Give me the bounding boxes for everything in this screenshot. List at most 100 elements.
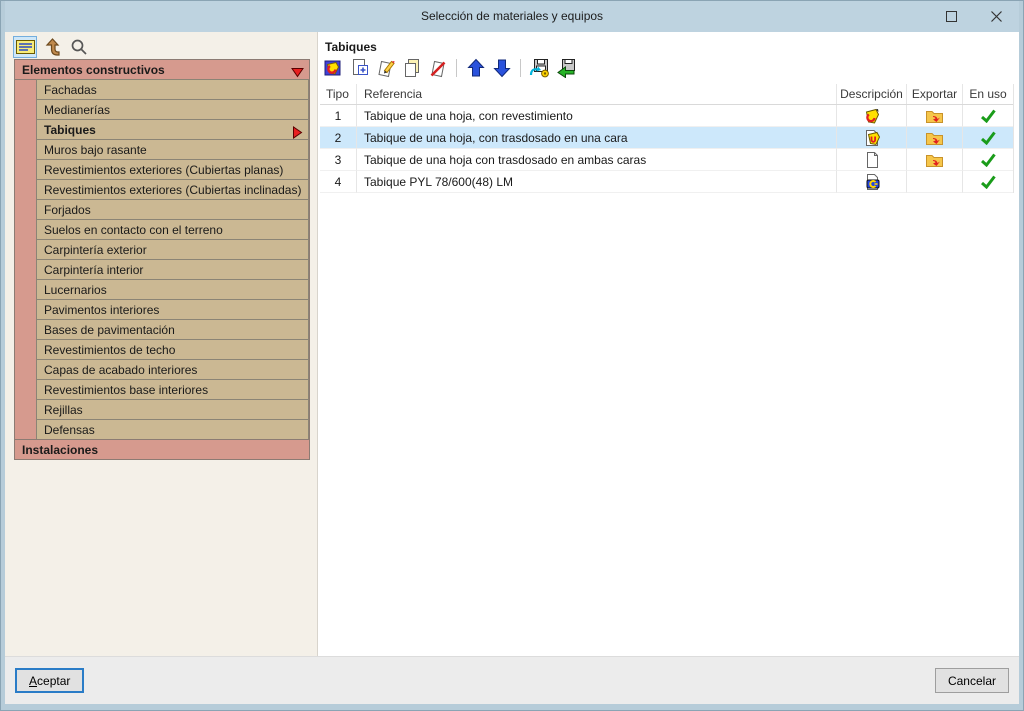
materials-table: Tipo Referencia Descripción Exportar En uso 1… xyxy=(320,84,1014,193)
tree-item[interactable]: Rejillas xyxy=(36,399,309,420)
cell-referencia: Tabique de una hoja, con trasdosado en u… xyxy=(357,127,837,149)
tree-item[interactable]: Defensas xyxy=(36,419,309,440)
add-icon xyxy=(350,58,370,78)
tree-item[interactable]: Carpintería interior xyxy=(36,259,309,280)
move-down-icon xyxy=(492,58,511,78)
table-row[interactable]: 3 Tabique de una hoja con trasdosado en a… xyxy=(320,149,1013,171)
window-title: Selección de materiales y equipos xyxy=(420,9,604,23)
copy-icon xyxy=(402,58,422,78)
tree-item-label: Bases de pavimentación xyxy=(44,323,175,337)
main-panel: Tabiques Tipo Referencia Descripción Export… xyxy=(318,32,1019,656)
tree-item-label: Capas de acabado interiores xyxy=(44,363,198,377)
tri-right-icon xyxy=(292,126,303,139)
cell-exportar[interactable] xyxy=(907,171,963,193)
edit-icon xyxy=(376,58,396,78)
close-icon xyxy=(991,10,1002,22)
move-up-button[interactable] xyxy=(464,57,487,79)
search-button[interactable] xyxy=(67,36,91,58)
close-button[interactable] xyxy=(974,0,1019,32)
category-tree: Elementos constructivos Fachadas Medianerí… xyxy=(14,59,310,460)
column-header[interactable]: Descripción xyxy=(837,84,907,104)
column-header[interactable]: Exportar xyxy=(907,84,963,104)
toolbar-separator xyxy=(520,59,521,77)
tree-item[interactable]: Revestimientos base interiores xyxy=(36,379,309,400)
cell-descripcion[interactable] xyxy=(837,127,907,149)
element-types-icon xyxy=(324,58,344,78)
tree-item-label: Revestimientos exteriores (Cubiertas pla… xyxy=(44,163,284,177)
tree-item[interactable]: Tabiques xyxy=(36,119,309,140)
table-header-row: Tipo Referencia Descripción Exportar En uso xyxy=(320,84,1013,105)
cell-en-uso xyxy=(963,149,1013,171)
check-icon xyxy=(980,131,996,145)
doc-element-icon xyxy=(863,129,881,147)
tree-item-label: Revestimientos exteriores (Cubiertas inc… xyxy=(44,183,302,197)
footer-bar: Aceptar Cancelar xyxy=(5,656,1019,704)
tree-item[interactable]: Suelos en contacto con el terreno xyxy=(36,219,309,240)
doc-bim-icon xyxy=(863,173,881,191)
cell-descripcion[interactable] xyxy=(837,105,907,127)
export-library-button[interactable] xyxy=(554,57,577,79)
tree-item-label: Revestimientos de techo xyxy=(44,343,176,357)
cell-en-uso xyxy=(963,105,1013,127)
cell-en-uso xyxy=(963,127,1013,149)
add-button[interactable] xyxy=(348,57,371,79)
delete-button[interactable] xyxy=(426,57,449,79)
cell-exportar[interactable] xyxy=(907,149,963,171)
tri-down-icon xyxy=(291,67,304,78)
tree-item[interactable]: Lucernarios xyxy=(36,279,309,300)
tree-item[interactable]: Muros bajo rasante xyxy=(36,139,309,160)
maximize-button[interactable] xyxy=(929,0,974,32)
tree-item[interactable]: Forjados xyxy=(36,199,309,220)
tree-item-label: Revestimientos base interiores xyxy=(44,383,209,397)
tree-item[interactable]: Revestimientos exteriores (Cubiertas inc… xyxy=(36,179,309,200)
column-header[interactable]: En uso xyxy=(963,84,1013,104)
doc-icon xyxy=(863,151,881,169)
cancel-button[interactable]: Cancelar xyxy=(934,668,1009,693)
tree-item-label: Fachadas xyxy=(44,83,97,97)
tree-group-1[interactable]: Instalaciones xyxy=(14,439,310,460)
element-types-button[interactable] xyxy=(322,57,345,79)
copy-button[interactable] xyxy=(400,57,423,79)
toolbar-separator xyxy=(456,59,457,77)
export-library-icon xyxy=(555,58,576,78)
table-row[interactable]: 2 Tabique de una hoja, con trasdosado en … xyxy=(320,127,1013,149)
cell-descripcion[interactable] xyxy=(837,149,907,171)
column-header[interactable]: Referencia xyxy=(357,84,837,104)
tree-item[interactable]: Bases de pavimentación xyxy=(36,319,309,340)
cell-tipo: 4 xyxy=(320,171,357,193)
tree-item-label: Carpintería interior xyxy=(44,263,144,277)
tree-item[interactable]: Medianerías xyxy=(36,99,309,120)
cell-referencia: Tabique PYL 78/600(48) LM xyxy=(357,171,837,193)
tree-item[interactable]: Capas de acabado interiores xyxy=(36,359,309,380)
table-row[interactable]: 4 Tabique PYL 78/600(48) LM xyxy=(320,171,1013,193)
tree-item[interactable]: Fachadas xyxy=(36,79,309,100)
titlebar: Selección de materiales y equipos xyxy=(5,0,1019,32)
tree-item[interactable]: Revestimientos exteriores (Cubiertas pla… xyxy=(36,159,309,180)
tree-group-label: Instalaciones xyxy=(22,443,99,457)
cell-exportar[interactable] xyxy=(907,127,963,149)
edit-button[interactable] xyxy=(374,57,397,79)
tree-item[interactable]: Revestimientos de techo xyxy=(36,339,309,360)
import-library-button[interactable] xyxy=(528,57,551,79)
tree-group-0[interactable]: Elementos constructivos xyxy=(14,59,310,80)
check-icon xyxy=(980,153,996,167)
dialog-window: Selección de materiales y equipos Elemen… xyxy=(0,0,1024,711)
tree-item-label: Rejillas xyxy=(44,403,83,417)
table-row[interactable]: 1 Tabique de una hoja, con revestimiento xyxy=(320,105,1013,127)
cell-exportar[interactable] xyxy=(907,105,963,127)
accept-button[interactable]: Aceptar xyxy=(15,668,85,693)
export-folder-icon xyxy=(925,130,944,146)
tree-item[interactable]: Carpintería exterior xyxy=(36,239,309,260)
sidebar: Elementos constructivos Fachadas Medianerí… xyxy=(5,32,318,656)
column-header[interactable]: Tipo xyxy=(320,84,357,104)
move-down-button[interactable] xyxy=(490,57,513,79)
list-view-button[interactable] xyxy=(13,35,37,58)
up-level-button[interactable] xyxy=(40,36,64,58)
check-icon xyxy=(980,175,996,189)
tree-item[interactable]: Pavimentos interiores xyxy=(36,299,309,320)
tree-item-label: Pavimentos interiores xyxy=(44,303,160,317)
delete-icon xyxy=(428,58,448,78)
tree-item-label: Suelos en contacto con el terreno xyxy=(44,223,223,237)
cell-descripcion[interactable] xyxy=(837,171,907,193)
cell-tipo: 2 xyxy=(320,127,357,149)
